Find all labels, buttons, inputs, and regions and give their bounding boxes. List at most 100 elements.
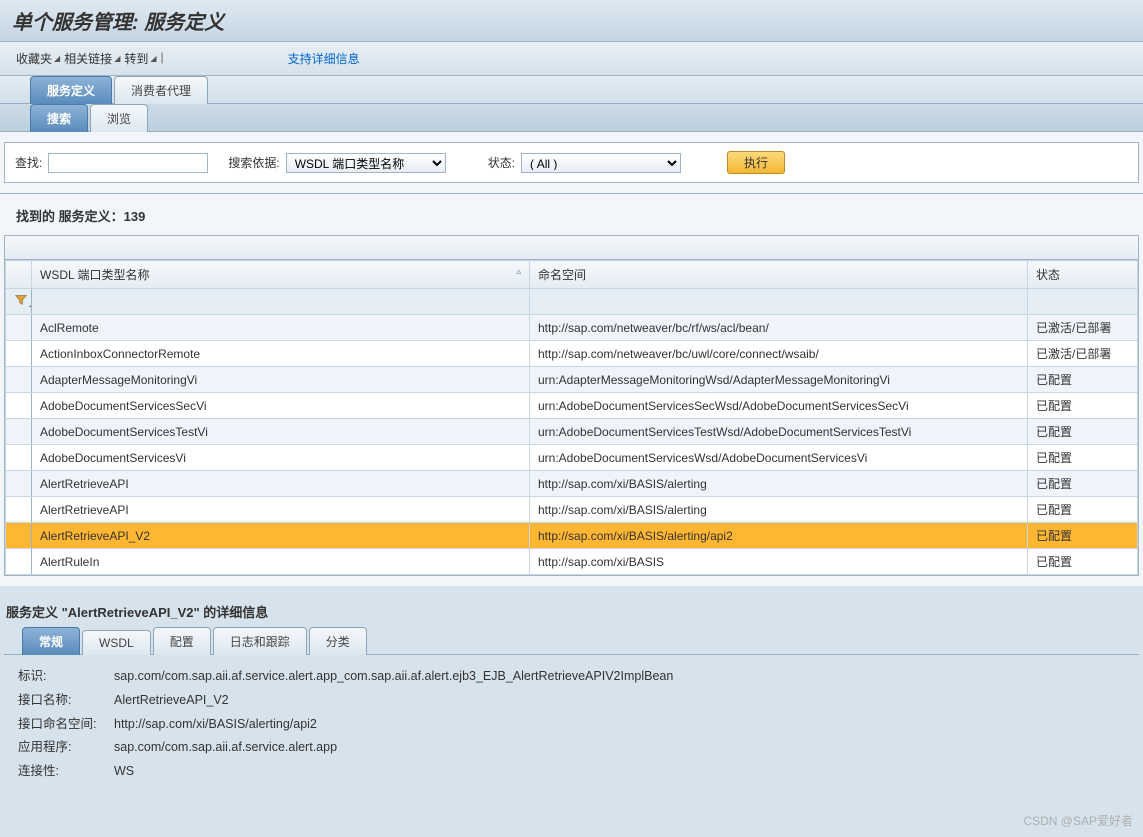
cell-namespace: urn:AdobeDocumentServicesTestWsd/AdobeDo… (530, 419, 1028, 445)
search-row: 查找: 搜索依据: WSDL 端口类型名称 状态: ( All ) 执行 (4, 142, 1139, 183)
menu-related-links[interactable]: 相关链接◢ (64, 50, 120, 67)
details-area: 服务定义 "AlertRetrieveAPI_V2" 的详细信息 常规 WSDL… (0, 586, 1143, 798)
tab-class[interactable]: 分类 (309, 627, 367, 655)
tab-wsdl[interactable]: WSDL (82, 630, 151, 655)
results-table-wrap: WSDL 端口类型名称▵ 命名空间 状态 AclRemotehttp://sap… (4, 235, 1139, 576)
row-select-cell[interactable] (6, 367, 32, 393)
dropdown-arrow-icon: ◢ (54, 54, 60, 63)
conn-label: 连接性: (18, 760, 114, 784)
cell-namespace: http://sap.com/xi/BASIS (530, 549, 1028, 575)
execute-button[interactable]: 执行 (727, 151, 785, 174)
row-select-cell[interactable] (6, 497, 32, 523)
cell-namespace: urn:AdobeDocumentServicesWsd/AdobeDocume… (530, 445, 1028, 471)
tab-browse[interactable]: 浏览 (90, 104, 148, 132)
cell-namespace: http://sap.com/xi/BASIS/alerting/api2 (530, 523, 1028, 549)
cell-state: 已配置 (1028, 419, 1138, 445)
menu-support-detail[interactable]: 支持详细信息 (288, 50, 360, 67)
cell-state: 已配置 (1028, 393, 1138, 419)
ifns-label: 接口命名空间: (18, 713, 114, 737)
search-by-label: 搜索依据: (228, 154, 279, 171)
ifname-label: 接口名称: (18, 689, 114, 713)
cell-state: 已配置 (1028, 471, 1138, 497)
table-row[interactable]: AdapterMessageMonitoringViurn:AdapterMes… (6, 367, 1138, 393)
table-toolbar (5, 236, 1138, 260)
tab-search[interactable]: 搜索 (30, 104, 88, 132)
ifname-value: AlertRetrieveAPI_V2 (114, 689, 229, 713)
results-area: 找到的 服务定义：139 WSDL 端口类型名称▵ 命名空间 状态 (0, 194, 1143, 586)
cell-wsdl-port: AdapterMessageMonitoringVi (32, 367, 530, 393)
row-select-cell[interactable] (6, 341, 32, 367)
cell-namespace: http://sap.com/netweaver/bc/rf/ws/acl/be… (530, 315, 1028, 341)
cell-state: 已配置 (1028, 445, 1138, 471)
state-label: 状态: (488, 154, 515, 171)
cell-wsdl-port: AlertRetrieveAPI_V2 (32, 523, 530, 549)
row-select-cell[interactable] (6, 523, 32, 549)
detail-fields: 标识:sap.com/com.sap.aii.af.service.alert.… (4, 655, 1139, 794)
col-header-select (6, 261, 32, 289)
cell-wsdl-port: AlertRetrieveAPI (32, 497, 530, 523)
col-header-namespace[interactable]: 命名空间 (530, 261, 1028, 289)
tab-consumer-proxy[interactable]: 消费者代理 (114, 76, 208, 104)
state-select[interactable]: ( All ) (521, 153, 681, 173)
cell-namespace: http://sap.com/xi/BASIS/alerting (530, 497, 1028, 523)
search-panel: 查找: 搜索依据: WSDL 端口类型名称 状态: ( All ) 执行 (0, 132, 1143, 194)
row-select-cell[interactable] (6, 315, 32, 341)
menu-goto[interactable]: 转到◢ (124, 50, 156, 67)
cell-namespace: urn:AdobeDocumentServicesSecWsd/AdobeDoc… (530, 393, 1028, 419)
table-row[interactable]: AlertRetrieveAPIhttp://sap.com/xi/BASIS/… (6, 497, 1138, 523)
ifns-value: http://sap.com/xi/BASIS/alerting/api2 (114, 713, 317, 737)
tab-logs[interactable]: 日志和跟踪 (213, 627, 307, 655)
sub-tab-strip: 搜索 浏览 (0, 104, 1143, 132)
cell-state: 已配置 (1028, 549, 1138, 575)
table-row[interactable]: AlertRetrieveAPI_V2http://sap.com/xi/BAS… (6, 523, 1138, 549)
row-select-cell[interactable] (6, 419, 32, 445)
table-row[interactable]: AdobeDocumentServicesSecViurn:AdobeDocum… (6, 393, 1138, 419)
search-by-select[interactable]: WSDL 端口类型名称 (286, 153, 446, 173)
cell-state: 已配置 (1028, 497, 1138, 523)
cell-wsdl-port: ActionInboxConnectorRemote (32, 341, 530, 367)
menu-favorites[interactable]: 收藏夹◢ (16, 50, 60, 67)
row-select-cell[interactable] (6, 393, 32, 419)
row-select-cell[interactable] (6, 471, 32, 497)
cell-state: 已激活/已部署 (1028, 315, 1138, 341)
filter-icon (14, 293, 28, 307)
app-label: 应用程序: (18, 736, 114, 760)
main-tab-strip: 服务定义 消费者代理 (0, 76, 1143, 104)
find-input[interactable] (48, 153, 208, 173)
id-value: sap.com/com.sap.aii.af.service.alert.app… (114, 665, 673, 689)
tab-config[interactable]: 配置 (153, 627, 211, 655)
menu-separator: | (161, 50, 164, 67)
filter-cell-name[interactable] (32, 289, 530, 315)
col-header-wsdl-port[interactable]: WSDL 端口类型名称▵ (32, 261, 530, 289)
app-value: sap.com/com.sap.aii.af.service.alert.app (114, 736, 337, 760)
row-select-cell[interactable] (6, 549, 32, 575)
table-row[interactable]: AdobeDocumentServicesViurn:AdobeDocument… (6, 445, 1138, 471)
table-row[interactable]: AlertRetrieveAPIhttp://sap.com/xi/BASIS/… (6, 471, 1138, 497)
filter-cell-ns[interactable] (530, 289, 1028, 315)
tab-service-definition[interactable]: 服务定义 (30, 76, 112, 104)
title-bar: 单个服务管理: 服务定义 (0, 0, 1143, 42)
cell-state: 已配置 (1028, 523, 1138, 549)
filter-icon-cell[interactable] (6, 289, 32, 315)
details-title: 服务定义 "AlertRetrieveAPI_V2" 的详细信息 (6, 602, 1139, 621)
cell-namespace: http://sap.com/netweaver/bc/uwl/core/con… (530, 341, 1028, 367)
cell-wsdl-port: AlertRuleIn (32, 549, 530, 575)
results-table: WSDL 端口类型名称▵ 命名空间 状态 AclRemotehttp://sap… (5, 260, 1138, 575)
table-row[interactable]: AlertRuleInhttp://sap.com/xi/BASIS已配置 (6, 549, 1138, 575)
cell-wsdl-port: AdobeDocumentServicesVi (32, 445, 530, 471)
cell-wsdl-port: AdobeDocumentServicesTestVi (32, 419, 530, 445)
filter-cell-state[interactable] (1028, 289, 1138, 315)
id-label: 标识: (18, 665, 114, 689)
sort-asc-icon: ▵ (516, 266, 521, 277)
row-select-cell[interactable] (6, 445, 32, 471)
tab-general[interactable]: 常规 (22, 627, 80, 655)
table-row[interactable]: ActionInboxConnectorRemotehttp://sap.com… (6, 341, 1138, 367)
cell-wsdl-port: AlertRetrieveAPI (32, 471, 530, 497)
cell-state: 已激活/已部署 (1028, 341, 1138, 367)
page-title: 单个服务管理: 服务定义 (12, 6, 1131, 35)
dropdown-arrow-icon: ◢ (114, 54, 120, 63)
results-title: 找到的 服务定义：139 (16, 206, 1139, 225)
table-row[interactable]: AclRemotehttp://sap.com/netweaver/bc/rf/… (6, 315, 1138, 341)
col-header-state[interactable]: 状态 (1028, 261, 1138, 289)
table-row[interactable]: AdobeDocumentServicesTestViurn:AdobeDocu… (6, 419, 1138, 445)
